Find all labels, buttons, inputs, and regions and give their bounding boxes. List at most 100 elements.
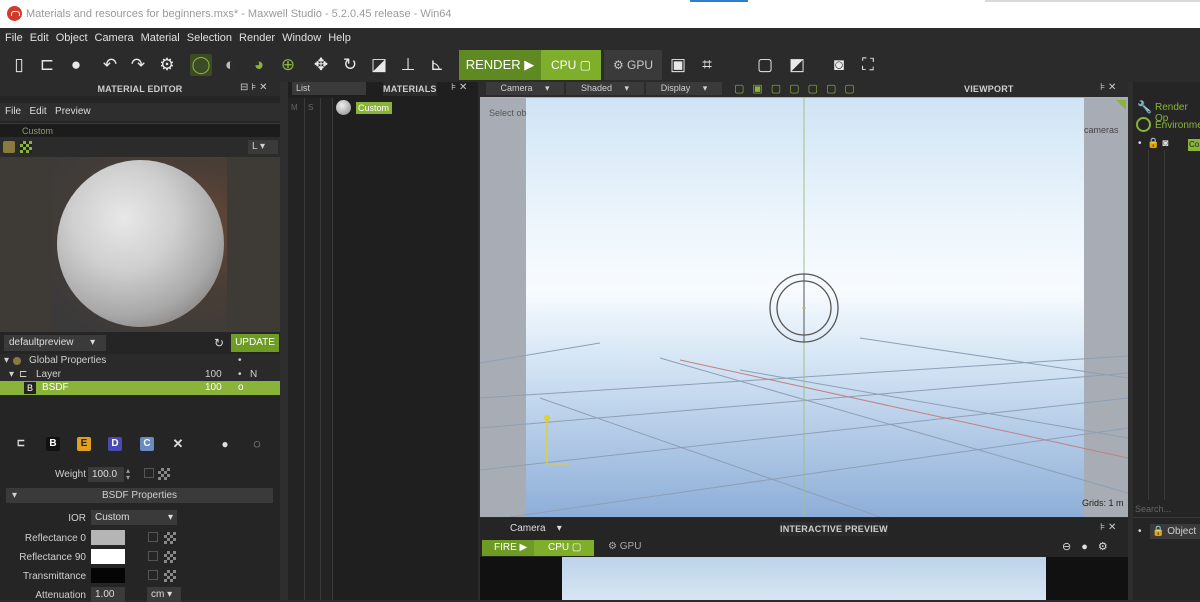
menu-camera[interactable]: Camera: [95, 32, 134, 44]
menu-help[interactable]: Help: [328, 32, 351, 44]
menu-window[interactable]: Window: [282, 32, 321, 44]
globe-icon[interactable]: ⊕: [277, 54, 299, 76]
me-menu-preview[interactable]: Preview: [55, 106, 91, 117]
shade-sphere-icon[interactable]: ◐: [219, 54, 241, 76]
pivot-icon[interactable]: ⊥: [397, 54, 419, 76]
window-icon[interactable]: ▢: [754, 54, 776, 76]
weight-stepper[interactable]: ▴ ▾: [126, 467, 130, 482]
tree-row-global[interactable]: ▾ Global Properties •: [0, 354, 280, 368]
tree-row-layer[interactable]: ▾ ⊏ Layer 100 • N: [0, 368, 280, 382]
weight-field[interactable]: 100.0: [88, 467, 124, 482]
environment-tab[interactable]: Environme: [1155, 120, 1200, 131]
column-s: S: [308, 103, 314, 112]
reflectance0-label: Reflectance 0: [24, 533, 86, 544]
tree-flag: •: [238, 355, 242, 366]
bsdf-properties-section[interactable]: ▾ BSDF Properties: [6, 488, 273, 503]
reflectance90-checkbox[interactable]: [148, 551, 158, 561]
preview-scene-select[interactable]: defaultpreview ▾: [4, 335, 106, 351]
menu-render[interactable]: Render: [239, 32, 275, 44]
checker-icon[interactable]: [20, 141, 32, 153]
menu-object[interactable]: Object: [56, 32, 88, 44]
cpu-toggle[interactable]: CPU ▢: [541, 50, 601, 80]
region-icon[interactable]: ▣: [667, 54, 689, 76]
ior-select[interactable]: Custom ▾: [91, 510, 177, 525]
add-emitter-button[interactable]: E: [77, 437, 91, 451]
undo-icon[interactable]: ↶: [99, 54, 121, 76]
scale-icon[interactable]: ◪: [368, 54, 390, 76]
add-coating-button[interactable]: C: [140, 437, 154, 451]
update-button[interactable]: UPDATE: [231, 334, 279, 352]
materials-panel-controls-icon[interactable]: ⊧ ✕: [451, 82, 467, 93]
weight-texture-icon[interactable]: [158, 468, 170, 480]
add-displacement-button[interactable]: D: [108, 437, 122, 451]
transmittance-swatch[interactable]: [91, 568, 125, 583]
outliner-item[interactable]: Co: [1188, 139, 1200, 151]
splitter[interactable]: [1128, 82, 1133, 600]
material-item-custom[interactable]: Custom: [356, 102, 392, 114]
wrench-icon[interactable]: 🔧: [1137, 100, 1152, 114]
weight-checkbox[interactable]: [144, 468, 154, 478]
shading-select[interactable]: Shaded ▾: [566, 82, 644, 95]
search-input[interactable]: Search...: [1133, 504, 1200, 518]
menu-selection[interactable]: Selection: [187, 32, 232, 44]
material-name-field[interactable]: Custom: [0, 123, 280, 137]
open-folder-icon[interactable]: ⊏: [36, 54, 58, 76]
material-thumbnail[interactable]: [336, 100, 351, 115]
ip-camera-select[interactable]: Camera ▾: [510, 523, 562, 534]
redo-icon[interactable]: ↷: [127, 54, 149, 76]
display-select[interactable]: Display ▾: [646, 82, 722, 95]
layout-icon[interactable]: ◩: [786, 54, 808, 76]
menu-file[interactable]: File: [5, 32, 23, 44]
me-menu-file[interactable]: File: [5, 106, 21, 117]
reflectance90-texture-icon[interactable]: [164, 551, 176, 563]
me-menu-edit[interactable]: Edit: [29, 106, 46, 117]
delete-icon[interactable]: ✕: [171, 437, 185, 451]
view-mode-select[interactable]: List: [292, 82, 366, 95]
ip-gpu-toggle[interactable]: ⚙ GPU: [608, 541, 641, 552]
viewport-controls-icon[interactable]: ⊧ ✕: [1100, 82, 1116, 93]
circle-dashed-icon[interactable]: ◌: [250, 437, 264, 451]
reflectance90-swatch[interactable]: [91, 549, 125, 564]
ip-panel-controls-icon[interactable]: ⊧ ✕: [1100, 522, 1116, 533]
sphere-icon[interactable]: ●: [218, 437, 232, 451]
panel-controls-icon[interactable]: ⊟ ⊧ ✕: [240, 82, 268, 93]
move-icon[interactable]: ✥: [310, 54, 332, 76]
tree-row-bsdf[interactable]: B BSDF 100 o: [0, 381, 280, 395]
expand-icon[interactable]: ▾: [9, 368, 14, 382]
save-icon[interactable]: ●: [65, 54, 87, 76]
leaf-material-icon[interactable]: ◕: [248, 54, 270, 76]
sphere-select-icon[interactable]: ◯: [190, 54, 212, 76]
environment-icon[interactable]: [1136, 117, 1151, 132]
new-file-icon[interactable]: ▯: [8, 54, 30, 76]
axis-icon[interactable]: ⊾: [426, 54, 448, 76]
transmittance-checkbox[interactable]: [148, 570, 158, 580]
gpu-toggle[interactable]: ⚙ GPU: [604, 50, 662, 80]
fire-button[interactable]: FIRE ▶: [482, 540, 534, 556]
outliner-icons[interactable]: • 🔒 ◙: [1138, 138, 1168, 149]
reflectance0-swatch[interactable]: [91, 530, 125, 545]
view-layout-icons[interactable]: ▢▣▢▢▢▢▢: [734, 82, 863, 95]
ip-cpu-toggle[interactable]: CPU ▢: [534, 540, 594, 556]
folder-icon[interactable]: ⊏: [14, 437, 28, 451]
frame-icon[interactable]: ⌗: [696, 54, 718, 76]
add-bsdf-button[interactable]: B: [46, 437, 60, 451]
refresh-icon[interactable]: ↻: [214, 336, 224, 350]
splitter[interactable]: [280, 82, 288, 600]
reflectance0-checkbox[interactable]: [148, 532, 158, 542]
preview-size-select[interactable]: L ▾: [248, 140, 278, 154]
folder-icon: ⊏: [19, 369, 28, 380]
transmittance-texture-icon[interactable]: [164, 570, 176, 582]
settings-gear-icon[interactable]: ⚙: [156, 54, 178, 76]
render-button[interactable]: RENDER ▶: [459, 50, 541, 80]
menu-edit[interactable]: Edit: [30, 32, 49, 44]
expand-icon[interactable]: ▾: [4, 354, 9, 368]
menu-material[interactable]: Material: [141, 32, 180, 44]
camera-select[interactable]: Camera ▾: [486, 82, 564, 95]
rotate-icon[interactable]: ↻: [339, 54, 361, 76]
reflectance0-texture-icon[interactable]: [164, 532, 176, 544]
fullscreen-icon[interactable]: ⛶: [857, 54, 879, 76]
material-type-icon[interactable]: [3, 141, 15, 153]
camera-icon[interactable]: ◙: [828, 54, 850, 76]
ip-tool-icons[interactable]: ⊖●⚙: [1062, 540, 1118, 553]
object-tab[interactable]: 🔒 Object: [1150, 524, 1200, 539]
